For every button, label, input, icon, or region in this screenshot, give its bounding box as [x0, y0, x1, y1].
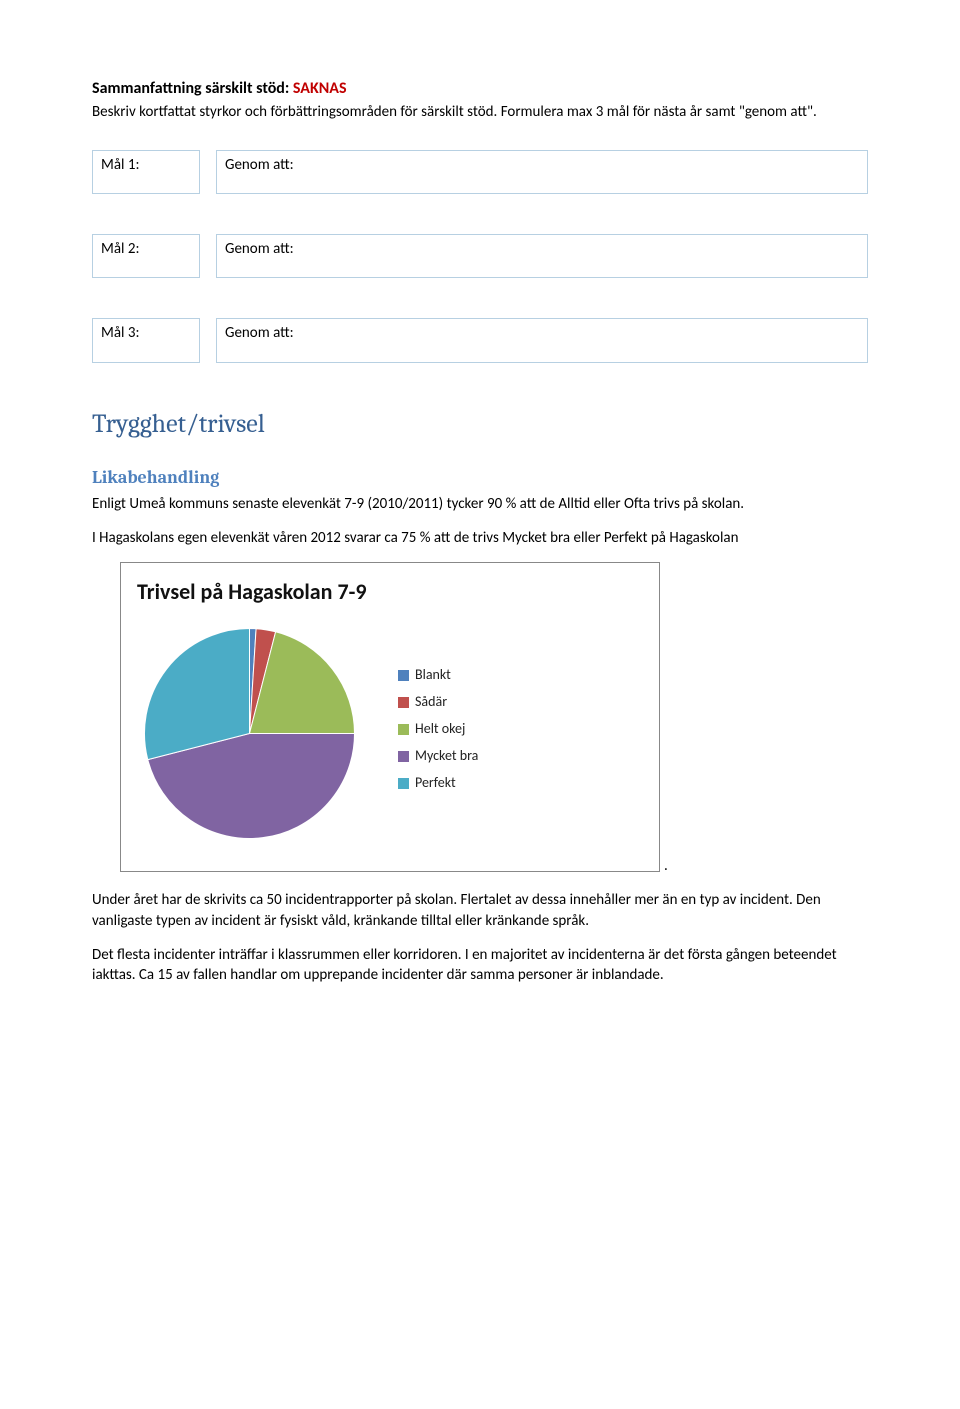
- legend-swatch: [398, 724, 409, 735]
- legend-label: Helt okej: [415, 720, 465, 739]
- chart-legend: Blankt Sådär Helt okej Mycket bra Perfekt: [398, 666, 478, 800]
- page-title: Sammanfattning särskilt stöd: SAKNAS: [92, 78, 868, 100]
- pie-chart: [137, 621, 362, 846]
- chart-title: Trivsel på Hagaskolan 7-9: [137, 577, 643, 607]
- goal-2-label: Mål 2:: [92, 234, 200, 278]
- sub-heading-likabehandling: Likabehandling: [92, 466, 868, 490]
- goal-3-value: Genom att:: [216, 318, 868, 362]
- paragraph-2: I Hagaskolans egen elevenkät våren 2012 …: [92, 528, 868, 548]
- legend-label: Blankt: [415, 666, 451, 685]
- chart-trivsel: Trivsel på Hagaskolan 7-9 Blankt Sådär Hel…: [120, 562, 660, 872]
- chart-period: .: [664, 856, 668, 876]
- paragraph-4: Det flesta incidenter inträffar i klassr…: [92, 945, 868, 986]
- goal-2-value: Genom att:: [216, 234, 868, 278]
- legend-item-mycket-bra: Mycket bra: [398, 747, 478, 766]
- legend-swatch: [398, 751, 409, 762]
- title-status: SAKNAS: [293, 79, 347, 98]
- legend-label: Perfekt: [415, 774, 456, 793]
- legend-item-blankt: Blankt: [398, 666, 478, 685]
- legend-swatch: [398, 778, 409, 789]
- goal-row-2: Mål 2: Genom att:: [92, 234, 868, 278]
- legend-swatch: [398, 670, 409, 681]
- legend-item-helt-okej: Helt okej: [398, 720, 478, 739]
- goal-row-1: Mål 1: Genom att:: [92, 150, 868, 194]
- title-prefix: Sammanfattning särskilt stöd:: [92, 79, 293, 98]
- legend-label: Mycket bra: [415, 747, 478, 766]
- goal-3-label: Mål 3:: [92, 318, 200, 362]
- legend-item-sådär: Sådär: [398, 693, 478, 712]
- paragraph-1: Enligt Umeå kommuns senaste elevenkät 7-…: [92, 494, 868, 514]
- goal-1-label: Mål 1:: [92, 150, 200, 194]
- goal-1-value: Genom att:: [216, 150, 868, 194]
- legend-item-perfekt: Perfekt: [398, 774, 478, 793]
- section-heading-trygghet: Trygghet/trivsel: [92, 407, 868, 442]
- legend-label: Sådär: [415, 693, 447, 712]
- paragraph-3: Under året har de skrivits ca 50 inciden…: [92, 890, 868, 931]
- intro-text: Beskriv kortfattat styrkor och förbättri…: [92, 102, 868, 122]
- legend-swatch: [398, 697, 409, 708]
- goal-row-3: Mål 3: Genom att:: [92, 318, 868, 362]
